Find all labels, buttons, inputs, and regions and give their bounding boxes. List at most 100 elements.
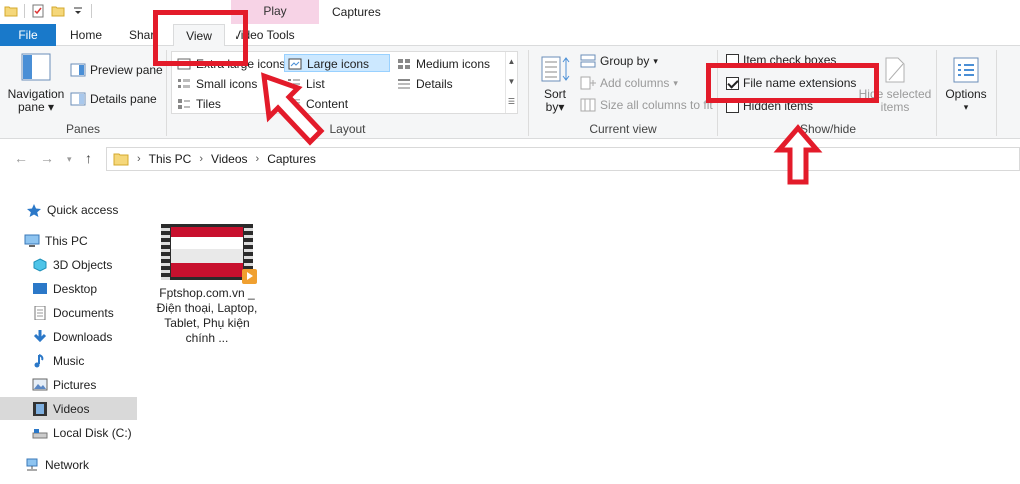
file-item[interactable]: Fptshop.com.vn _ Điện thoại, Laptop, Tab… [155, 224, 259, 346]
navigation-pane-label-2: pane ▾ [17, 100, 55, 114]
sidebar-item-label: Network [45, 457, 90, 472]
thumbnail-preview [171, 227, 243, 277]
group-label-current-view: Current view [589, 122, 657, 136]
group-separator [528, 50, 529, 136]
film-strip-icon [33, 401, 47, 416]
chevron-down-icon: ▾ [653, 55, 658, 66]
properties-icon[interactable] [31, 4, 45, 18]
layout-details-label: Details [416, 77, 453, 91]
sidebar-item-label: Quick access [47, 202, 119, 217]
file-list: Fptshop.com.vn _ Điện thoại, Laptop, Tab… [137, 178, 1020, 484]
add-columns-button[interactable]: Add columns ▾ [580, 76, 678, 90]
sidebar-item-network[interactable]: Network [0, 453, 137, 476]
group-by-label: Group by [600, 54, 650, 68]
add-columns-label: Add columns [600, 76, 670, 90]
details-pane-icon [70, 92, 86, 106]
sidebar-item-label: Downloads [53, 329, 113, 344]
sort-label-2: by▾ [545, 100, 565, 114]
group-by-icon [580, 54, 596, 68]
up-arrow-icon[interactable]: ↑ [85, 150, 92, 166]
scroll-up-icon[interactable]: ▲ [506, 52, 517, 72]
details-pane-button[interactable]: Details pane [70, 92, 157, 106]
sidebar-item-this-pc[interactable]: This PC [0, 229, 137, 252]
sidebar-item-videos[interactable]: Videos [0, 397, 137, 420]
size-all-columns-button[interactable]: Size all columns to fit [580, 98, 713, 112]
sidebar-item-3d-objects[interactable]: 3D Objects [0, 253, 137, 276]
layout-tiles-label: Tiles [196, 97, 221, 111]
navigation-pane-button[interactable]: Navigation pane ▾ [6, 52, 66, 114]
sidebar-item-label: Pictures [53, 377, 97, 392]
tab-share[interactable]: Share [129, 24, 155, 46]
address-bar[interactable]: › This PC › Videos › Captures [106, 147, 1020, 171]
navigation-pane: Quick access This PC 3D Objects Desktop … [0, 178, 137, 484]
film-strip-left [161, 224, 170, 280]
group-separator [936, 50, 937, 136]
tab-home[interactable]: Home [70, 24, 102, 46]
sidebar-item-local-disk[interactable]: Local Disk (C:) [0, 421, 137, 444]
layout-small-icons-label: Small icons [196, 77, 258, 91]
large-icons-icon [288, 58, 302, 70]
options-button[interactable]: Options ▾ [942, 56, 990, 114]
layout-gallery-scrollbar[interactable]: ▲ ▼ ☰ [505, 52, 517, 113]
sort-by-button[interactable]: Sort by▾ [537, 54, 573, 114]
breadcrumb-videos[interactable]: Videos [211, 152, 247, 166]
options-icon [953, 57, 979, 83]
gallery-more-icon[interactable]: ☰ [506, 92, 517, 112]
sidebar-item-documents[interactable]: Documents [0, 301, 137, 324]
annotation-arrow-icon [773, 124, 823, 185]
group-separator [996, 50, 997, 136]
layout-large-icons-label: Large icons [307, 57, 370, 71]
tab-file[interactable]: File [0, 24, 56, 46]
group-label-panes: Panes [65, 122, 101, 136]
breadcrumb-this-pc[interactable]: This PC [149, 152, 192, 166]
annotation-arrow-icon [261, 72, 325, 146]
breadcrumb-chevron-icon[interactable]: › [199, 153, 203, 165]
pictures-icon [32, 378, 48, 390]
hard-drive-icon [32, 428, 48, 438]
highlight-box-file-name-extensions [706, 63, 879, 103]
sidebar-item-quick-access[interactable]: Quick access [0, 198, 137, 221]
sort-label-2-text: by [545, 100, 559, 114]
qat-separator [91, 4, 92, 18]
sidebar-item-downloads[interactable]: Downloads [0, 325, 137, 348]
options-label: Options [945, 87, 987, 101]
cube-icon [33, 257, 47, 272]
preview-pane-button[interactable]: Preview pane [70, 63, 163, 77]
size-columns-icon [580, 98, 596, 112]
small-icons-icon [178, 79, 190, 88]
customize-qat-icon[interactable] [71, 4, 85, 18]
tab-video-tools[interactable]: Video Tools [236, 24, 326, 46]
sidebar-item-label: Videos [53, 401, 90, 416]
layout-details[interactable]: Details [394, 75, 504, 93]
sidebar-item-desktop[interactable]: Desktop [0, 277, 137, 300]
sort-by-icon [541, 56, 570, 82]
navigation-row: ← → ▾ ↑ › This PC › Videos › Captures [0, 140, 1020, 178]
layout-medium-icons[interactable]: Medium icons [394, 55, 504, 73]
desktop-icon [33, 282, 47, 294]
breadcrumb-captures[interactable]: Captures [267, 152, 316, 166]
sidebar-item-label: Desktop [53, 281, 98, 296]
network-icon [26, 458, 38, 470]
forward-arrow-icon[interactable]: → [40, 150, 54, 166]
breadcrumb-chevron-icon[interactable]: › [137, 153, 141, 165]
group-label-layout: Layout [329, 122, 366, 136]
scroll-down-icon[interactable]: ▼ [506, 72, 517, 92]
hide-selected-icon [885, 57, 905, 83]
group-by-button[interactable]: Group by ▾ [580, 54, 658, 68]
details-view-icon [398, 79, 410, 89]
new-folder-icon[interactable] [51, 4, 65, 18]
sidebar-item-music[interactable]: Music [0, 349, 137, 372]
layout-medium-icons-label: Medium icons [416, 57, 491, 71]
sidebar-item-pictures[interactable]: Pictures [0, 373, 137, 396]
back-arrow-icon[interactable]: ← [14, 150, 28, 166]
qat-separator [24, 4, 25, 18]
add-columns-icon [580, 76, 596, 90]
recent-locations-chevron-icon[interactable]: ▾ [67, 154, 72, 165]
folder-icon [113, 153, 129, 166]
folder-icon[interactable] [4, 4, 18, 18]
chevron-down-icon: ▾ [673, 77, 678, 88]
music-note-icon [34, 353, 44, 367]
sidebar-item-label: Documents [53, 305, 114, 320]
sidebar-item-label: This PC [45, 233, 88, 248]
breadcrumb-chevron-icon[interactable]: › [256, 153, 260, 165]
